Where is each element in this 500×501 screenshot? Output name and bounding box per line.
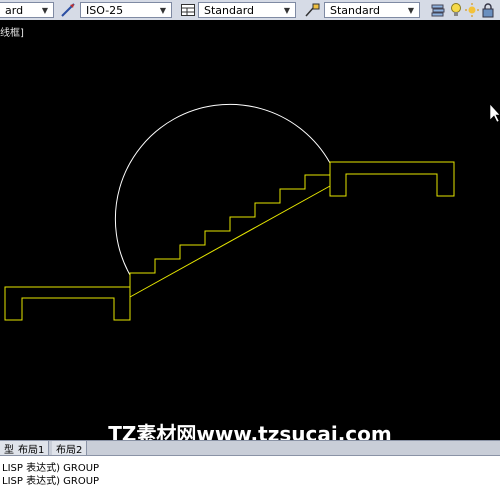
command-line-window[interactable]: LISP 表达式) GROUP LISP 表达式) GROUP — [0, 455, 500, 501]
mouse-cursor-icon — [489, 103, 500, 123]
multileader-style-value: Standard — [330, 3, 381, 17]
multileader-style-dropdown[interactable]: Standard ▼ — [324, 0, 420, 20]
table-style-value: Standard — [204, 3, 255, 17]
table-style-dropdown[interactable]: Standard ▼ — [198, 0, 296, 20]
drawing-viewport[interactable]: 线框] — [0, 20, 500, 438]
table-style-icon[interactable] — [180, 2, 196, 18]
multileader-style-icon[interactable] — [304, 2, 320, 18]
chevron-down-icon: ▼ — [407, 5, 415, 15]
dimension-style-dropdown[interactable]: ISO-25 ▼ — [80, 0, 172, 20]
command-history-line: LISP 表达式) GROUP — [2, 476, 100, 487]
chevron-down-icon: ▼ — [283, 5, 291, 15]
tab-layout2[interactable]: 布局2 — [52, 441, 88, 456]
text-style-value: ard — [5, 3, 24, 17]
viewport-visual-style-label[interactable]: 线框] — [0, 24, 24, 39]
stair-steps — [129, 174, 330, 287]
tab-layout1[interactable]: 布局1 — [14, 441, 50, 456]
semicircle-arc — [114, 103, 331, 276]
right-landing-outline — [329, 161, 455, 197]
text-style-dropdown[interactable]: ard ▼ — [0, 0, 54, 20]
sun-icon[interactable] — [464, 2, 480, 18]
dimension-style-icon[interactable] — [60, 2, 76, 18]
dimension-style-value: ISO-25 — [86, 3, 124, 17]
chevron-down-icon: ▼ — [41, 5, 49, 15]
layer-manager-icon[interactable] — [430, 2, 446, 18]
layout-tab-bar: 型 布局1 布局2 — [0, 440, 500, 456]
stair-slope-line — [129, 185, 331, 298]
left-landing-outline — [4, 286, 131, 321]
chevron-down-icon: ▼ — [159, 5, 167, 15]
lock-icon[interactable] — [480, 2, 496, 18]
styles-toolbar: ard ▼ ISO-25 ▼ Standard ▼ Standard ▼ — [0, 0, 500, 21]
lightbulb-icon[interactable] — [448, 2, 464, 18]
drawing-canvas — [4, 103, 500, 321]
